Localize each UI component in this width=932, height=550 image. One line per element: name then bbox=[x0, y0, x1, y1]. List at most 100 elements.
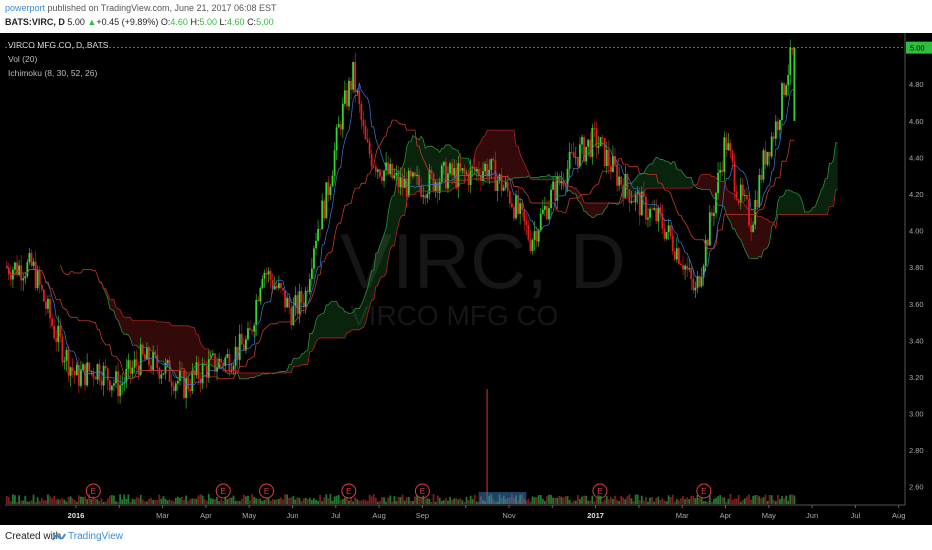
candle-up bbox=[18, 265, 20, 275]
volume-bar-up bbox=[209, 498, 212, 504]
volume-bar-down bbox=[374, 497, 377, 504]
price-chart[interactable]: VIRC, D VIRCO MFG CO EEEEEEE 2.602.803.0… bbox=[0, 33, 932, 525]
price-axis[interactable]: 2.60 2.80 3.00 3.20 3.40 3.60 3.80 4.00 4.20 4.40… bbox=[906, 41, 932, 492]
candle-up bbox=[533, 231, 536, 241]
volume-bar-up bbox=[341, 498, 344, 504]
candle-down bbox=[51, 318, 53, 326]
candle-down bbox=[374, 166, 377, 172]
volume-bar-up bbox=[263, 499, 266, 504]
header: powerport published on TradingView.com, … bbox=[0, 0, 932, 33]
volume-bar-down bbox=[372, 494, 375, 504]
candle-up bbox=[762, 150, 765, 180]
volume-bar-down bbox=[366, 501, 369, 504]
candle-up bbox=[675, 248, 678, 260]
volume-bar-up bbox=[131, 498, 134, 504]
volume-bar-down bbox=[463, 501, 466, 504]
volume-bar-down bbox=[655, 498, 658, 504]
volume-bar-up bbox=[317, 500, 319, 504]
candle-up bbox=[774, 121, 777, 139]
candle-down bbox=[486, 163, 489, 177]
candle-down bbox=[150, 365, 152, 371]
volume-bar-down bbox=[721, 497, 724, 504]
volume-bar-down bbox=[319, 494, 322, 504]
time-tick-label: Apr bbox=[200, 511, 212, 520]
time-axis[interactable]: 2016 Mar Apr May Jun Jul Aug Sep Nov 2017 Mar Apr Ma… bbox=[68, 505, 906, 520]
volume-bar-up bbox=[18, 495, 20, 504]
candle-up bbox=[743, 195, 746, 196]
candle-down bbox=[284, 290, 286, 308]
volume-bar-down bbox=[358, 500, 361, 504]
volume-bar-up bbox=[277, 498, 280, 504]
volume-bar-up bbox=[160, 498, 163, 504]
candle-down bbox=[73, 371, 76, 376]
candle-up bbox=[185, 377, 188, 399]
volume-bar-down bbox=[350, 497, 352, 504]
brand-link[interactable]: TradingView bbox=[68, 531, 123, 542]
candle-up bbox=[174, 383, 177, 391]
volume-bar-down bbox=[783, 498, 785, 504]
volume-bar-down bbox=[129, 501, 132, 504]
candle-up bbox=[519, 203, 522, 214]
volume-bar-up bbox=[259, 498, 262, 504]
volume-bar-down bbox=[764, 494, 767, 504]
volume-bar-down bbox=[117, 501, 119, 504]
volume-bar-up bbox=[412, 500, 414, 504]
candle-down bbox=[669, 225, 672, 236]
candle-up bbox=[310, 268, 313, 280]
candle-down bbox=[576, 157, 579, 167]
volume-bar-down bbox=[189, 499, 192, 504]
candle-down bbox=[358, 90, 361, 104]
candle-up bbox=[779, 119, 781, 130]
volume-bar-up bbox=[657, 496, 660, 504]
volume-bar-up bbox=[166, 500, 169, 504]
volume-bar-up bbox=[762, 497, 765, 504]
volume-bar-down bbox=[282, 499, 284, 504]
candle-up bbox=[337, 124, 340, 128]
volume-bar-up bbox=[574, 500, 577, 504]
symbol: BATS:VIRC, D bbox=[5, 17, 65, 27]
candle-down bbox=[603, 138, 606, 167]
candle-up bbox=[376, 169, 379, 172]
price-tick-label: 4.00 bbox=[909, 227, 924, 236]
volume-bar-up bbox=[82, 496, 84, 504]
candle-down bbox=[319, 228, 322, 230]
chart-area[interactable]: VIRC, D VIRCO MFG CO EEEEEEE 2.60 2.80 3.0… bbox=[0, 33, 932, 525]
author-link[interactable]: powerport bbox=[5, 3, 45, 13]
candle-up bbox=[453, 167, 456, 176]
volume-bar-up bbox=[389, 495, 392, 504]
candle-down bbox=[391, 163, 394, 179]
candle-up bbox=[647, 217, 649, 220]
volume-bar-down bbox=[203, 499, 206, 504]
candle-up bbox=[389, 163, 392, 175]
candle-up bbox=[426, 193, 429, 199]
candle-down bbox=[459, 163, 462, 171]
candle-down bbox=[288, 297, 291, 308]
candle-down bbox=[554, 181, 557, 201]
volume-bar-down bbox=[387, 497, 390, 504]
volume-bar-down bbox=[242, 494, 245, 504]
volume-bar-up bbox=[331, 500, 334, 504]
candle-up bbox=[694, 287, 697, 291]
volume-bar-up bbox=[294, 499, 297, 504]
candle-down bbox=[527, 225, 530, 240]
price-tick-label: 4.80 bbox=[909, 80, 924, 89]
volume-bar-down bbox=[583, 495, 585, 504]
volume-bar-up bbox=[665, 501, 668, 504]
volume-bar-down bbox=[271, 498, 274, 504]
candle-up bbox=[247, 328, 249, 340]
quote-line: BATS:VIRC, D 5.00 ▲+0.45 (+9.89%) O:4.60… bbox=[5, 17, 274, 27]
candle-up bbox=[539, 213, 542, 231]
candle-up bbox=[277, 283, 280, 289]
volume-bar-down bbox=[214, 499, 216, 504]
candle-up bbox=[36, 270, 39, 289]
volume-bar-down bbox=[327, 498, 330, 504]
candle-down bbox=[170, 381, 173, 387]
volume-bar-down bbox=[280, 497, 282, 504]
volume-bar-up bbox=[174, 498, 177, 504]
volume-bar-up bbox=[704, 501, 707, 504]
volume-bar-up bbox=[793, 495, 796, 504]
volume-bar-up bbox=[579, 499, 581, 504]
candle-down bbox=[236, 346, 239, 360]
candle-down bbox=[366, 139, 369, 142]
candle-up bbox=[587, 139, 590, 147]
